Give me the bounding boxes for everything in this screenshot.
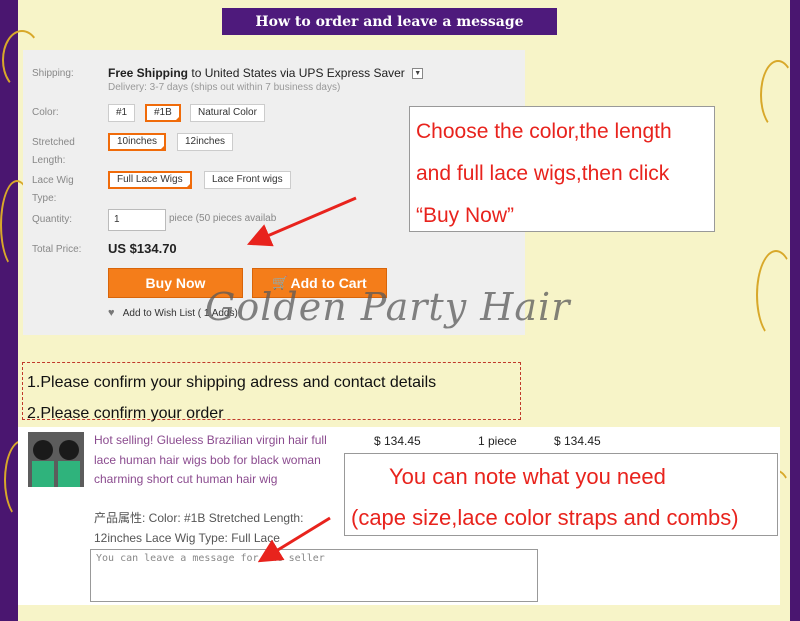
instruction-callout-bottom: You can note what you need (cape size,la… bbox=[344, 453, 778, 536]
order-quantity: 1 piece bbox=[478, 434, 517, 448]
total-price-value: US $134.70 bbox=[108, 241, 177, 256]
length-option-12[interactable]: 12inches bbox=[177, 133, 234, 151]
callout-top-line: and full lace wigs,then click bbox=[416, 162, 670, 185]
lace-option-full[interactable]: Full Lace Wigs bbox=[108, 171, 192, 189]
thumbnail-figure bbox=[58, 461, 80, 487]
product-title-link[interactable]: Hot selling! Glueless Brazilian virgin h… bbox=[94, 431, 339, 490]
lace-wig-type-label-line2: Type: bbox=[32, 193, 57, 204]
thumbnail-figure bbox=[32, 461, 54, 487]
length-option-10[interactable]: 10inches bbox=[108, 133, 167, 151]
watermark: Golden Party Hair bbox=[205, 285, 571, 329]
shipping-info: Free Shipping to United States via UPS E… bbox=[108, 66, 424, 80]
color-option-1b[interactable]: #1B bbox=[145, 104, 181, 122]
steps-box: 1.Please confirm your shipping adress an… bbox=[22, 362, 521, 422]
product-attributes: 产品属性: Color: #1B Stretched Length: 12inc… bbox=[94, 511, 304, 545]
step-2: 2.Please confirm your order bbox=[27, 405, 224, 422]
callout-bottom-line: (cape size,lace color straps and combs) bbox=[351, 505, 739, 530]
stretched-length-label: Stretched Length: bbox=[32, 134, 75, 170]
color-option-natural[interactable]: Natural Color bbox=[190, 104, 265, 122]
thumbnail-hair bbox=[59, 440, 79, 460]
shipping-dropdown-icon[interactable]: ▼ bbox=[412, 68, 424, 80]
quantity-input[interactable]: 1 bbox=[108, 209, 166, 231]
shipping-to-text: to bbox=[191, 66, 202, 80]
left-decoration bbox=[0, 0, 18, 621]
total-price-label: Total Price: bbox=[32, 244, 82, 255]
heart-icon: ♥ bbox=[108, 307, 115, 319]
shipping-label: Shipping: bbox=[32, 68, 74, 79]
color-option-1[interactable]: #1 bbox=[108, 104, 136, 122]
color-label: Color: bbox=[32, 107, 59, 118]
callout-top-line: “Buy Now” bbox=[416, 204, 515, 227]
callout-top-line: Choose the color,the length bbox=[416, 120, 672, 143]
buy-now-label: Buy Now bbox=[145, 275, 206, 291]
unit-price: $ 134.45 bbox=[374, 434, 421, 448]
lace-wig-type-label: Lace Wig Type: bbox=[32, 172, 74, 208]
wish-list-label: Add to Wish List ( bbox=[122, 308, 202, 319]
lace-option-front[interactable]: Lace Front wigs bbox=[204, 171, 291, 189]
delivery-estimate: Delivery: 3-7 days (ships out within 7 b… bbox=[108, 82, 341, 93]
stretched-length-label-line1: Stretched bbox=[32, 137, 75, 148]
product-thumbnail[interactable] bbox=[28, 432, 84, 487]
free-shipping-text: Free Shipping bbox=[108, 66, 189, 80]
thumbnail-hair bbox=[33, 440, 53, 460]
page-title: How to order and leave a message bbox=[222, 8, 557, 35]
lace-wig-type-label-line1: Lace Wig bbox=[32, 175, 74, 186]
callout-bottom-line: You can note what you need bbox=[389, 464, 666, 489]
quantity-label: Quantity: bbox=[32, 214, 73, 225]
instruction-callout-top: Choose the color,the length and full lac… bbox=[409, 106, 715, 232]
subtotal: $ 134.45 bbox=[554, 434, 601, 448]
swirl-decoration bbox=[756, 250, 796, 340]
swirl-decoration bbox=[760, 60, 796, 130]
stretched-length-label-line2: Length: bbox=[32, 155, 66, 166]
seller-message-input[interactable]: You can leave a message for the seller bbox=[90, 549, 538, 602]
quantity-availability: piece (50 pieces availab bbox=[169, 213, 277, 224]
shipping-destination[interactable]: United States via UPS Express Saver bbox=[205, 66, 405, 80]
step-1: 1.Please confirm your shipping adress an… bbox=[27, 374, 437, 391]
